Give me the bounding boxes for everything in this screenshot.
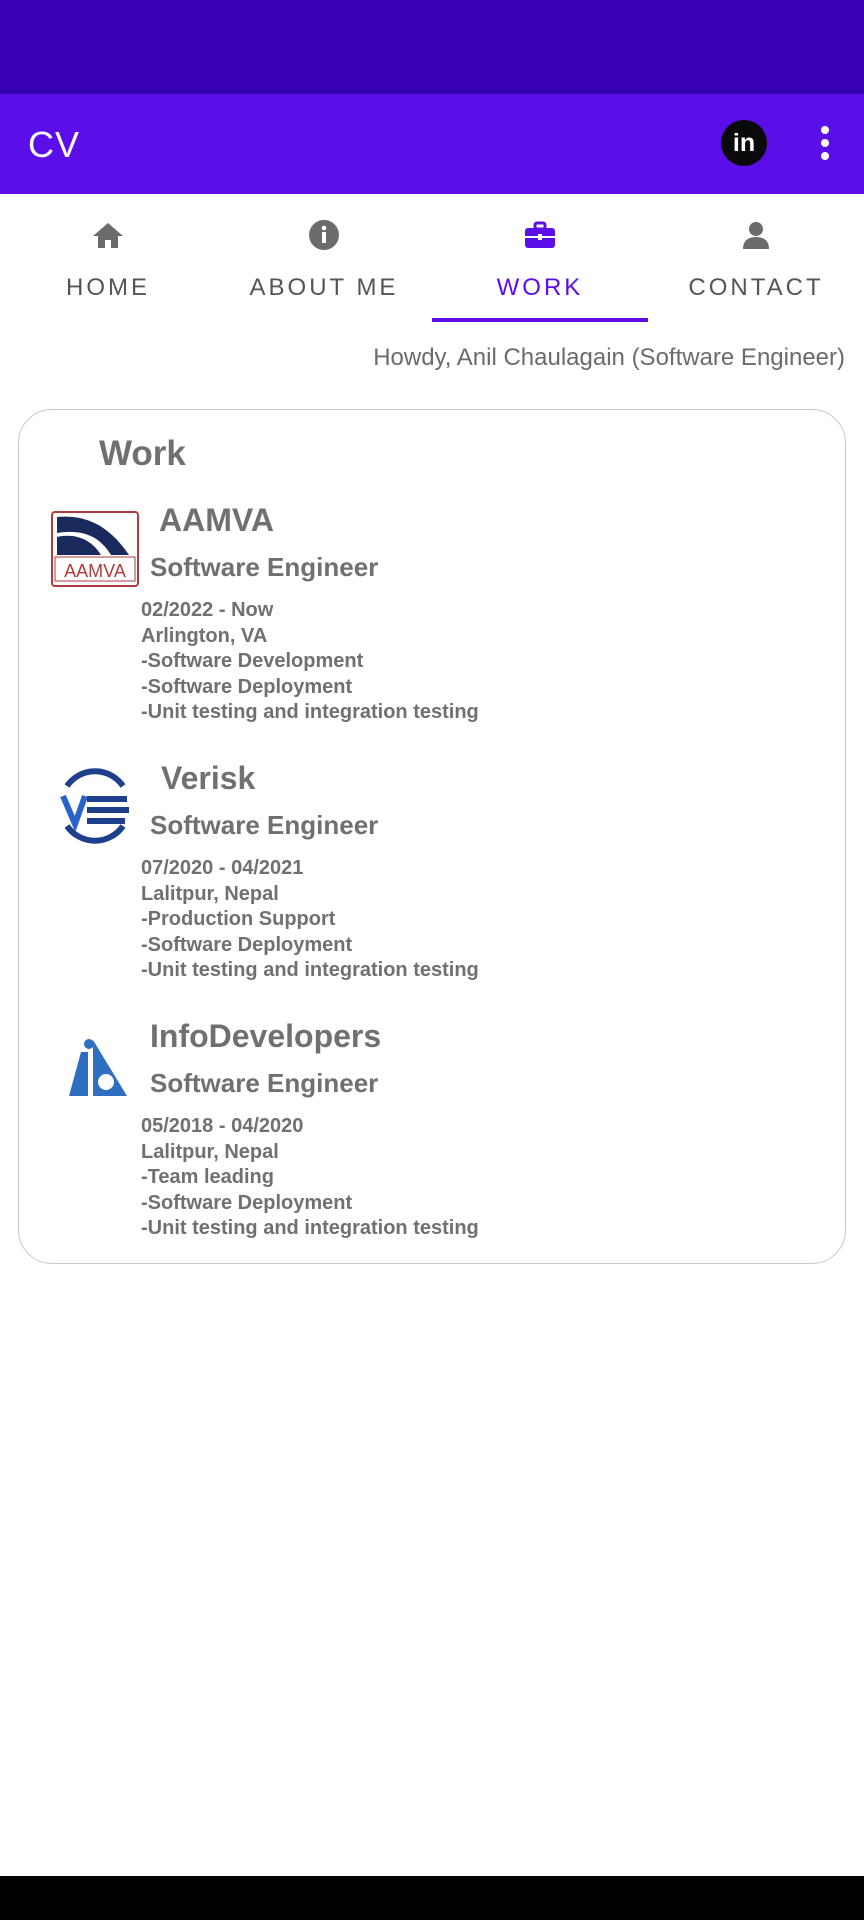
job-dates: 07/2020 - 04/2021 <box>141 857 304 879</box>
tab-contact[interactable]: CONTACT <box>648 194 864 322</box>
job-role: Software Engineer <box>150 1068 379 1098</box>
job-location: Lalitpur, Nepal <box>141 882 279 905</box>
company-name: InfoDevelopers <box>150 1018 382 1054</box>
svg-text:AAMVA: AAMVA <box>64 561 126 581</box>
app-title: CV <box>28 124 81 165</box>
job-location: Lalitpur, Nepal <box>141 1140 279 1163</box>
job-duty: -Unit testing and integration testing <box>141 1217 479 1239</box>
tab-work[interactable]: WORK <box>432 194 648 322</box>
tab-home-label: HOME <box>66 274 150 301</box>
work-title: Work <box>99 434 186 473</box>
tab-work-label: WORK <box>496 274 584 301</box>
job-details: 05/2018 - 04/2020 Lalitpur, Nepal -Team … <box>141 1114 479 1242</box>
home-icon <box>93 223 123 248</box>
info-icon <box>309 220 339 250</box>
job-duty: -Software Deployment <box>141 1191 353 1214</box>
more-options-icon[interactable] <box>815 118 835 168</box>
linkedin-icon[interactable]: in <box>721 120 767 166</box>
system-navigation-bar <box>0 1876 864 1920</box>
job-entry: AAMVA AAMVA Software Engineer 02/2022 - … <box>19 500 847 740</box>
infodevelopers-logo <box>69 1039 127 1096</box>
job-details: 02/2022 - Now Arlington, VA -Software De… <box>141 598 479 726</box>
tab-about-me-label: ABOUT ME <box>249 274 399 301</box>
job-role: Software Engineer <box>150 552 379 582</box>
job-location: Arlington, VA <box>141 624 268 647</box>
job-duty: -Software Deployment <box>141 933 353 956</box>
tab-bar: HOME ABOUT ME WORK CONTACT <box>0 194 864 322</box>
job-entry: Verisk Software Engineer 07/2020 - 04/20… <box>19 758 847 998</box>
job-duty: -Software Deployment <box>141 675 353 698</box>
company-name: Verisk <box>161 760 256 796</box>
job-details: 07/2020 - 04/2021 Lalitpur, Nepal -Produ… <box>141 856 479 984</box>
person-icon <box>743 222 769 249</box>
job-entry: InfoDevelopers Software Engineer 05/2018… <box>19 1016 847 1256</box>
greeting-text: Howdy, Anil Chaulagain (Software Enginee… <box>373 344 845 371</box>
job-dates: 05/2018 - 04/2020 <box>141 1115 304 1137</box>
job-duty: -Unit testing and integration testing <box>141 959 479 981</box>
work-card: Work AAMVA AAMVA Software Engineer 02/20… <box>18 409 846 1264</box>
aamva-logo: AAMVA <box>51 511 139 587</box>
verisk-logo <box>60 768 129 844</box>
tab-contact-label: CONTACT <box>688 274 824 301</box>
app-bar: CV in <box>0 94 864 194</box>
tab-about-me[interactable]: ABOUT ME <box>216 194 432 322</box>
job-dates: 02/2022 - Now <box>141 599 274 621</box>
status-bar <box>0 0 864 94</box>
job-duty: -Team leading <box>141 1166 274 1188</box>
company-name: AAMVA <box>159 502 274 538</box>
job-duty: -Software Development <box>141 650 364 672</box>
briefcase-icon <box>525 221 555 248</box>
active-tab-indicator <box>432 318 648 322</box>
job-duty: -Unit testing and integration testing <box>141 701 479 723</box>
job-role: Software Engineer <box>150 810 379 840</box>
tab-home[interactable]: HOME <box>0 194 216 322</box>
job-duty: -Production Support <box>141 908 336 930</box>
